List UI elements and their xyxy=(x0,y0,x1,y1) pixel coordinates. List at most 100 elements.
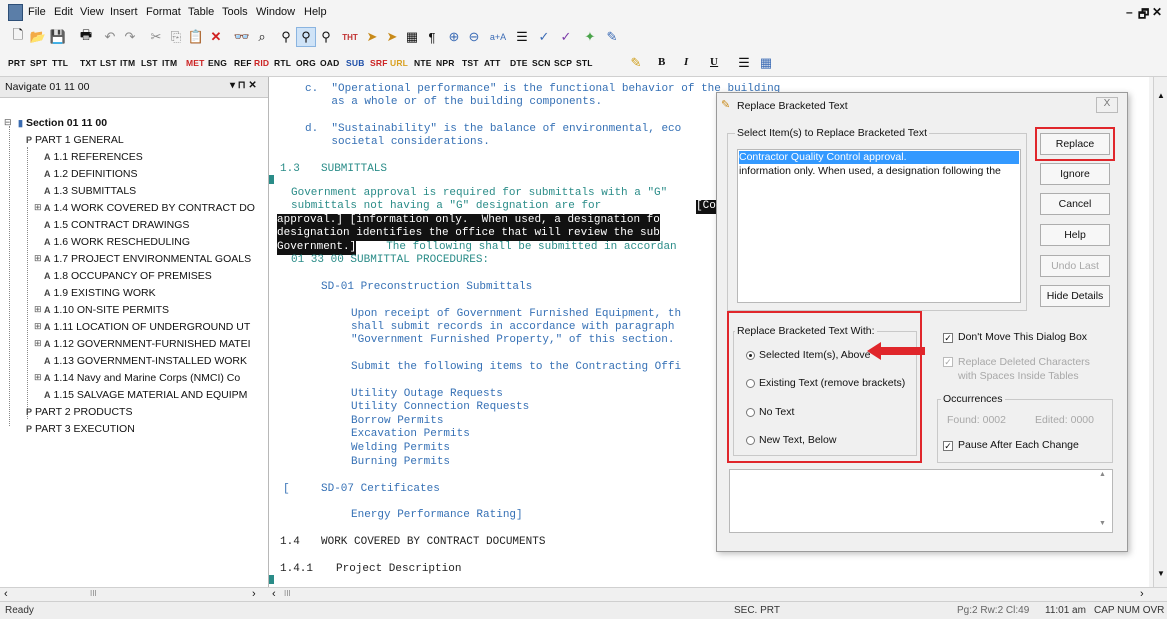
tag-stl[interactable]: STL xyxy=(576,58,593,68)
binoculars-icon[interactable]: ⚲ xyxy=(276,27,296,47)
doc-scroll-left-icon[interactable]: ‹ xyxy=(272,588,276,600)
navigator-pin-close[interactable]: ▾ ⊓ ✕ xyxy=(230,80,257,91)
dont-move-checkbox[interactable]: ✓ xyxy=(943,333,953,343)
menu-tools[interactable]: Tools xyxy=(222,6,248,18)
new-text-input[interactable]: ▲ ▼ xyxy=(729,469,1113,533)
new-document-icon[interactable]: 🗋 xyxy=(8,27,28,47)
scroll-down-icon[interactable]: ▼ xyxy=(1099,520,1106,527)
tree-item-1-7[interactable]: A 1.7 PROJECT ENVIRONMENTAL GOALS xyxy=(44,253,251,265)
expand-icon[interactable]: ⊟ xyxy=(4,117,12,128)
tht-icon[interactable]: THT xyxy=(340,27,360,47)
tag-lst-2[interactable]: LST xyxy=(141,58,158,68)
tag-scp[interactable]: SCP xyxy=(554,58,572,68)
radio-no-text[interactable] xyxy=(746,408,755,417)
tree-item-1-15[interactable]: A 1.15 SALVAGE MATERIAL AND EQUIPM xyxy=(44,389,247,401)
tag-srf[interactable]: SRF xyxy=(370,58,388,68)
tree-item-1-13[interactable]: A 1.13 GOVERNMENT-INSTALLED WORK xyxy=(44,355,247,367)
tree-item-1-3[interactable]: A 1.3 SUBMITTALS xyxy=(44,185,136,197)
plus-icon[interactable]: ✦ xyxy=(580,27,600,47)
hide-details-button[interactable]: Hide Details xyxy=(1040,285,1110,307)
tag-rid[interactable]: RID xyxy=(254,58,269,68)
menu-edit[interactable]: Edit xyxy=(54,6,73,18)
bracketed-text[interactable]: Government.] xyxy=(277,241,357,255)
scroll-up-icon[interactable]: ▲ xyxy=(1099,471,1106,478)
binoculars-bracket-icon[interactable]: ⚲ xyxy=(316,27,336,47)
tag-sub[interactable]: SUB xyxy=(346,58,365,68)
delete-icon[interactable]: ✕ xyxy=(206,27,226,47)
list-item[interactable]: information only. When used, a designati… xyxy=(739,165,1019,178)
tree-item-1-10[interactable]: A 1.10 ON-SITE PERMITS xyxy=(44,304,169,316)
expand-icon[interactable]: ⊞ xyxy=(34,304,42,315)
scroll-thumb[interactable]: III xyxy=(90,589,97,598)
expand-icon[interactable]: ⊞ xyxy=(34,202,42,213)
underline-button[interactable]: U xyxy=(710,56,718,68)
zoom-in-icon[interactable]: ⊕ xyxy=(444,27,464,47)
arrow-tool-icon[interactable]: ➤ xyxy=(362,27,382,47)
expand-icon[interactable]: ⊞ xyxy=(34,321,42,332)
doc-scroll-thumb[interactable]: III xyxy=(284,589,291,598)
tag-tst[interactable]: TST xyxy=(462,58,479,68)
zoom-out-icon[interactable]: ⊖ xyxy=(464,27,484,47)
tree-item-part3[interactable]: P PART 3 EXECUTION xyxy=(26,423,135,435)
italic-button[interactable]: I xyxy=(684,56,688,68)
tag-nte[interactable]: NTE xyxy=(414,58,432,68)
radio-no-text-label[interactable]: No Text xyxy=(759,406,794,418)
paste-icon[interactable]: 📋 xyxy=(186,27,206,47)
replace-deleted-checkbox[interactable]: ✓ xyxy=(943,357,953,367)
spell-check-icon[interactable]: ✓ xyxy=(534,27,554,47)
tree-item-1-1[interactable]: A 1.1 REFERENCES xyxy=(44,151,143,163)
bold-button[interactable]: B xyxy=(658,56,666,68)
find-icon[interactable]: 👓 xyxy=(232,27,252,47)
tree-item-1-9[interactable]: A 1.9 EXISTING WORK xyxy=(44,287,156,299)
tag-oad[interactable]: OAD xyxy=(320,58,340,68)
find-next-icon[interactable]: ⌕ xyxy=(252,27,272,47)
align-icon[interactable]: ☰ xyxy=(512,27,532,47)
menu-view[interactable]: View xyxy=(80,6,104,18)
expand-icon[interactable]: ⊞ xyxy=(34,338,42,349)
tag-dte[interactable]: DTE xyxy=(510,58,528,68)
replace-button[interactable]: Replace xyxy=(1040,133,1110,155)
expand-icon[interactable]: ⊞ xyxy=(34,253,42,264)
print-icon[interactable]: 🖶 xyxy=(76,27,96,47)
tag-spt[interactable]: SPT xyxy=(30,58,47,68)
tree-item-1-6[interactable]: A 1.6 WORK RESCHEDULING xyxy=(44,236,190,248)
doc-scroll-right-icon[interactable]: › xyxy=(1140,588,1144,600)
open-folder-icon[interactable]: 📂 xyxy=(28,27,48,47)
close-button[interactable]: ✕ xyxy=(1152,5,1162,19)
tree-item-1-14[interactable]: A 1.14 Navy and Marine Corps (NMCI) Co xyxy=(44,372,240,384)
tree-item-1-11[interactable]: A 1.11 LOCATION OF UNDERGROUND UT xyxy=(44,321,250,333)
pause-checkbox[interactable]: ✓ xyxy=(943,441,953,451)
check-icon[interactable]: ✓ xyxy=(556,27,576,47)
tag-txt[interactable]: TXT xyxy=(80,58,97,68)
save-icon[interactable]: 💾 xyxy=(48,27,68,47)
radio-existing-text[interactable] xyxy=(746,379,755,388)
menu-insert[interactable]: Insert xyxy=(110,6,138,18)
justify-icon[interactable]: ☰ xyxy=(734,53,754,73)
tree-item-part2[interactable]: P PART 2 PRODUCTS xyxy=(26,406,132,418)
tag-lst[interactable]: LST xyxy=(100,58,117,68)
dialog-close-button[interactable]: X xyxy=(1096,97,1118,113)
menu-file[interactable]: File xyxy=(28,6,46,18)
cancel-button[interactable]: Cancel xyxy=(1040,193,1110,215)
expand-icon[interactable]: ⊞ xyxy=(34,372,42,383)
undo-last-button[interactable]: Undo Last xyxy=(1040,255,1110,277)
scroll-right-icon[interactable]: › xyxy=(252,588,256,600)
pause-label[interactable]: Pause After Each Change xyxy=(958,439,1079,451)
tgt-icon[interactable]: ▦ xyxy=(402,27,422,47)
restore-button[interactable]: 🗗 xyxy=(1138,5,1149,26)
comment-icon[interactable]: ✎ xyxy=(602,27,622,47)
replace-bracket-icon[interactable]: ⚲ xyxy=(296,27,316,47)
tag-eng[interactable]: ENG xyxy=(208,58,227,68)
table-icon[interactable]: ▦ xyxy=(756,53,776,73)
minimize-button[interactable]: – xyxy=(1126,5,1133,19)
vertical-scrollbar[interactable]: ▲ ▼ xyxy=(1153,77,1167,587)
undo-icon[interactable]: ↶ xyxy=(100,27,120,47)
tag-itm-2[interactable]: ITM xyxy=(162,58,177,68)
tag-itm[interactable]: ITM xyxy=(120,58,135,68)
tag-met[interactable]: MET xyxy=(186,58,205,68)
tag-scn[interactable]: SCN xyxy=(532,58,551,68)
tag-prt[interactable]: PRT xyxy=(8,58,26,68)
menu-format[interactable]: Format xyxy=(146,6,181,18)
bracketed-text[interactable]: approval.] [information only. When used,… xyxy=(277,214,660,228)
tree-item-section[interactable]: ▮ Section 01 11 00 xyxy=(18,117,107,129)
